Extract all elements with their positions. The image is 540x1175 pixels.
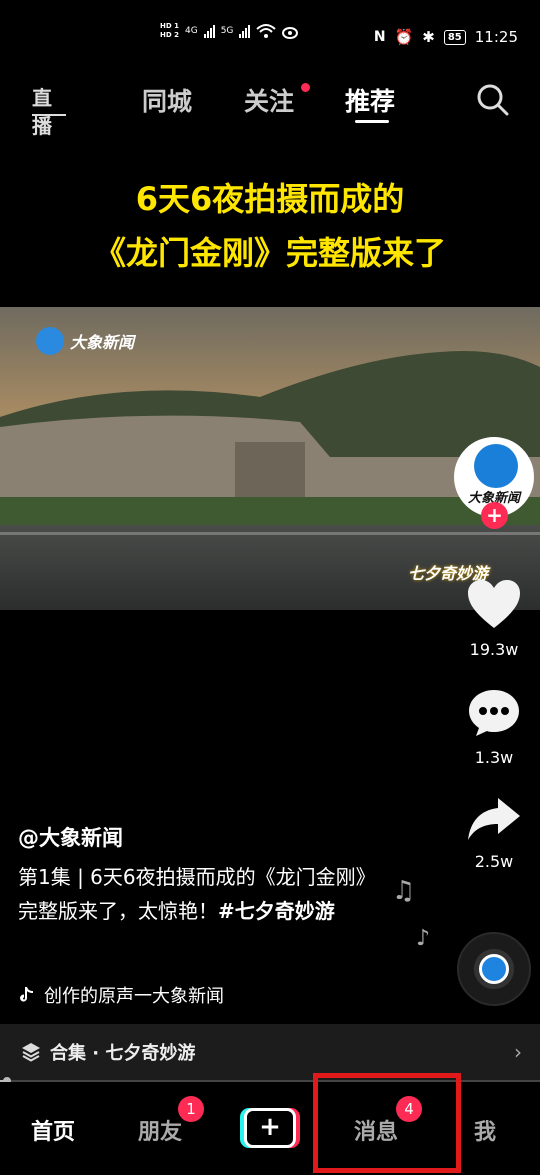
alarm-icon: ⏰	[394, 28, 414, 46]
heart-icon	[468, 580, 520, 628]
status-bar: HD 1 HD 2 4G 5G N ⏰ ✱ 85 11:25	[0, 0, 540, 66]
author-name[interactable]: @大象新闻	[18, 822, 123, 852]
nav-friends[interactable]: 朋友	[138, 1114, 182, 1146]
clock: 11:25	[474, 28, 518, 46]
comment-icon	[469, 690, 519, 736]
battery-icon: 85	[443, 29, 466, 45]
chevron-right-icon: ›	[514, 1040, 522, 1064]
video-description: 第1集 | 6天6夜拍摄而成的《龙门金刚》完整版来了，太惊艳！#七夕奇妙游	[18, 860, 393, 928]
friends-badge: 1	[178, 1096, 204, 1122]
like-button[interactable]: 19.3w	[454, 578, 534, 659]
signal-bars-icon	[203, 24, 215, 38]
hd1-label: HD 1	[160, 22, 179, 30]
nav-home[interactable]: 首页	[31, 1114, 75, 1146]
hd2-label: HD 2	[160, 31, 179, 39]
share-button[interactable]: 2.5w	[454, 796, 534, 871]
paw-logo-icon	[36, 327, 64, 355]
follow-plus-button[interactable]: +	[481, 502, 508, 529]
sound-title: 创作的原声一大象新闻	[44, 986, 224, 1007]
top-nav: 直播 同城 关注 推荐	[0, 66, 540, 138]
video-watermark: 大象新闻	[36, 327, 134, 355]
signal-bars-2-icon	[239, 24, 251, 38]
share-arrow-icon	[468, 798, 520, 840]
music-note-icon: ♫	[392, 876, 416, 906]
wifi-icon	[256, 24, 277, 38]
disc-cover-icon	[479, 954, 509, 984]
create-button[interactable]: +	[240, 1108, 300, 1148]
search-icon[interactable]	[476, 83, 510, 117]
active-tab-indicator	[355, 120, 389, 123]
tab-following[interactable]: 关注	[244, 82, 294, 118]
watermark-text: 大象新闻	[70, 333, 135, 352]
comment-button[interactable]: 1.3w	[454, 688, 534, 767]
paw-logo-icon	[474, 444, 518, 488]
tab-recommend[interactable]: 推荐	[345, 82, 395, 118]
live-label: 直播	[32, 86, 52, 138]
sound-row[interactable]: 创作的原声一大象新闻	[18, 982, 224, 1008]
layers-icon	[22, 1043, 40, 1062]
video-headline-line2: 《龙门金刚》完整版来了	[93, 234, 446, 272]
collection-label: 合集 · 七夕奇妙游	[50, 1043, 196, 1064]
music-disc[interactable]	[457, 932, 531, 1006]
tiktok-note-icon	[20, 987, 33, 1002]
bluetooth-icon: ✱	[422, 28, 435, 46]
share-count: 2.5w	[474, 852, 514, 871]
network-4g-label: 4G	[184, 26, 198, 36]
tab-local[interactable]: 同城	[142, 82, 192, 118]
comment-count: 1.3w	[474, 748, 514, 767]
collection-bar[interactable]: 合集 · 七夕奇妙游 ›	[0, 1024, 540, 1080]
nfc-icon: N	[373, 29, 386, 45]
plus-icon: +	[244, 1108, 296, 1148]
following-dot-badge	[301, 83, 310, 92]
live-icon[interactable]: 直播	[32, 84, 66, 138]
hashtag-link[interactable]: #七夕奇妙游	[218, 899, 335, 923]
status-right: N ⏰ ✱ 85 11:25	[374, 28, 518, 46]
hd-indicator: HD 1 HD 2	[160, 22, 179, 40]
weibo-icon	[282, 27, 299, 39]
video-headline-line1: 6天6夜拍摄而成的	[135, 180, 405, 218]
annotation-highlight-box	[313, 1073, 461, 1173]
like-count: 19.3w	[469, 640, 519, 659]
nav-me[interactable]: 我	[474, 1114, 496, 1146]
music-note-small-icon: ♪	[416, 926, 431, 951]
network-5g-label: 5G	[220, 26, 234, 36]
signal-group: HD 1 HD 2 4G 5G	[160, 22, 300, 40]
